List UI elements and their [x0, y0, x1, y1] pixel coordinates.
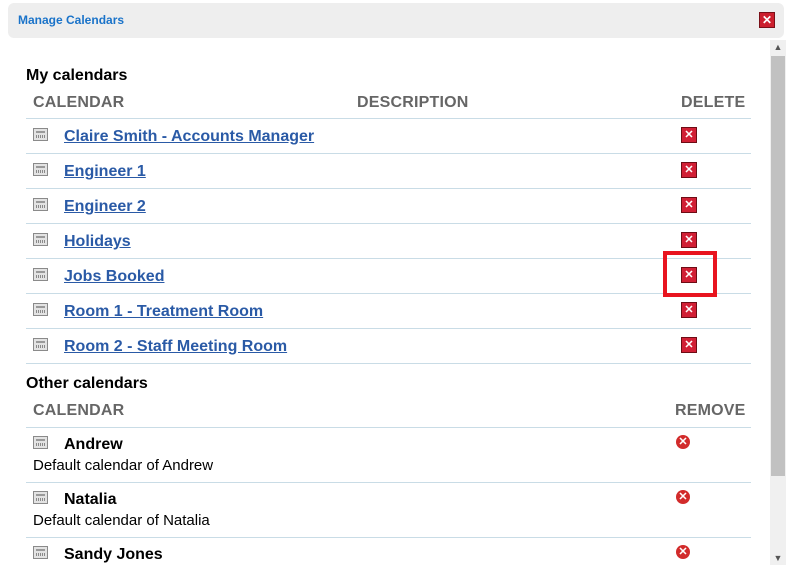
row-divider	[26, 537, 751, 538]
scroll-up-arrow-icon[interactable]: ▲	[770, 40, 786, 54]
other-calendars-heading: Other calendars	[26, 375, 148, 392]
row-divider	[26, 328, 751, 329]
delete-column-header: DELETE	[681, 94, 746, 111]
other-calendar-description: Default calendar of Andrew	[33, 457, 214, 474]
calendar-link[interactable]: Jobs Booked	[64, 268, 164, 286]
divider	[26, 118, 751, 119]
calendar-icon	[33, 198, 48, 211]
calendar-icon	[33, 546, 48, 559]
calendar-icon	[33, 268, 48, 281]
other-calendar-description: Default calendar of Natalia	[33, 512, 210, 529]
close-icon[interactable]: ✕	[759, 12, 775, 28]
scroll-down-arrow-icon[interactable]: ▼	[770, 551, 786, 565]
calendar-link[interactable]: Room 2 - Staff Meeting Room	[64, 338, 287, 356]
row-divider	[26, 363, 751, 364]
delete-x-icon[interactable]: ✕	[681, 232, 697, 248]
vertical-scrollbar[interactable]: ▲ ▼	[770, 40, 786, 565]
delete-x-icon[interactable]: ✕	[681, 162, 697, 178]
scroll-thumb[interactable]	[771, 56, 785, 476]
other-calendar-name: Andrew	[64, 436, 123, 453]
row-divider	[26, 153, 751, 154]
row-divider	[26, 293, 751, 294]
remove-circle-icon[interactable]: ✕	[676, 435, 690, 449]
calendar-icon	[33, 491, 48, 504]
calendar-icon	[33, 303, 48, 316]
calendar-link[interactable]: Engineer 2	[64, 198, 146, 216]
calendar-icon	[33, 233, 48, 246]
delete-x-icon[interactable]: ✕	[681, 197, 697, 213]
delete-x-icon[interactable]: ✕	[681, 302, 697, 318]
calendar-icon	[33, 128, 48, 141]
row-divider	[26, 258, 751, 259]
row-divider	[26, 482, 751, 483]
dialog-title-bar: Manage Calendars ✕	[8, 3, 784, 38]
other-calendar-name: Sandy Jones	[64, 546, 163, 563]
calendar-link[interactable]: Room 1 - Treatment Room	[64, 303, 263, 321]
row-divider	[26, 188, 751, 189]
delete-x-icon[interactable]: ✕	[681, 337, 697, 353]
description-column-header: DESCRIPTION	[357, 94, 469, 111]
remove-circle-icon[interactable]: ✕	[676, 545, 690, 559]
dialog-title: Manage Calendars	[18, 13, 125, 27]
highlight-box	[663, 251, 717, 297]
calendar-link[interactable]: Holidays	[64, 233, 131, 251]
calendar-icon	[33, 163, 48, 176]
other-calendar-name: Natalia	[64, 491, 117, 508]
delete-x-icon[interactable]: ✕	[681, 127, 697, 143]
calendar-icon	[33, 338, 48, 351]
calendar-link[interactable]: Engineer 1	[64, 163, 146, 181]
dialog-content: My calendars CALENDAR DESCRIPTION DELETE…	[0, 40, 770, 570]
calendar-icon	[33, 436, 48, 449]
divider	[26, 427, 751, 428]
row-divider	[26, 223, 751, 224]
calendar-column-header: CALENDAR	[33, 94, 125, 111]
calendar-column-header: CALENDAR	[33, 402, 125, 419]
remove-column-header: REMOVE	[675, 402, 746, 419]
remove-circle-icon[interactable]: ✕	[676, 490, 690, 504]
calendar-link[interactable]: Claire Smith - Accounts Manager	[64, 128, 314, 146]
my-calendars-heading: My calendars	[26, 67, 128, 84]
